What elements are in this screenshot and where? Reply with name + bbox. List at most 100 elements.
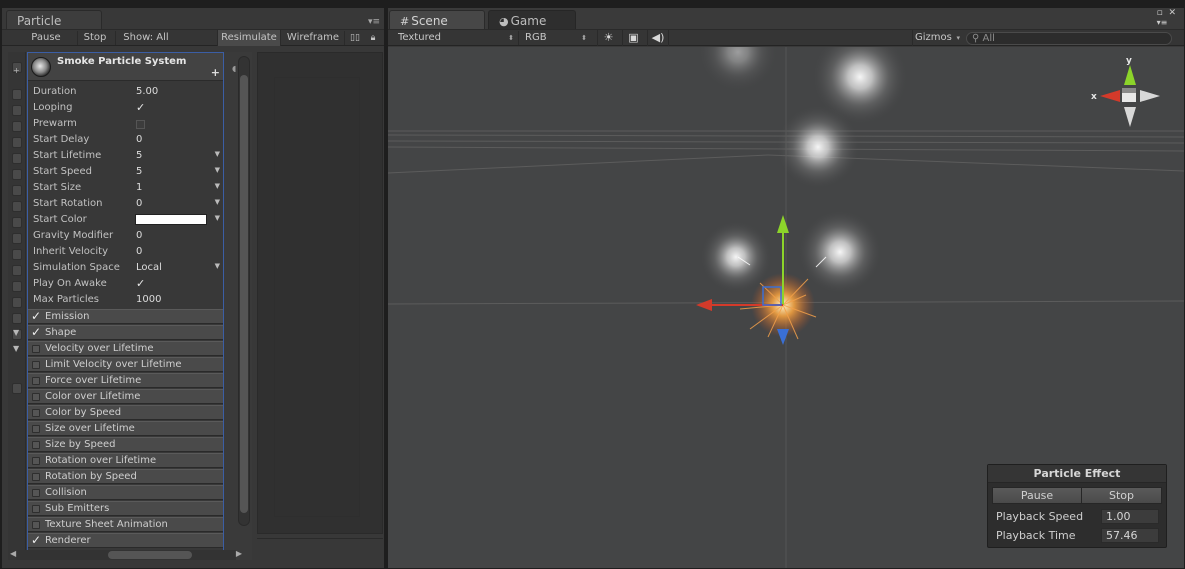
playback-speed-field[interactable]: 1.00 xyxy=(1101,509,1159,524)
curve-toggle[interactable] xyxy=(12,121,22,132)
tab-particle-effect[interactable]: Particle Effect xyxy=(6,10,102,42)
scroll-left-arrow-icon[interactable]: ◀ xyxy=(10,549,16,558)
module-header[interactable]: Rotation over Lifetime xyxy=(28,453,223,468)
stop-button[interactable]: Stop xyxy=(80,30,110,46)
add-icon[interactable]: + xyxy=(13,66,20,75)
tab-game[interactable]: ◕ Game xyxy=(488,10,576,30)
module-enabled-checkbox[interactable] xyxy=(32,377,40,385)
module-enabled-checkbox[interactable] xyxy=(32,489,40,497)
module-header[interactable]: Force over Lifetime xyxy=(28,373,223,388)
playback-time-field[interactable]: 57.46 xyxy=(1101,528,1159,543)
module-enabled-checkbox[interactable] xyxy=(32,473,40,481)
module-enabled-checkbox[interactable] xyxy=(32,505,40,513)
orientation-gizmo[interactable]: y x xyxy=(1088,55,1168,135)
curve-toggle[interactable] xyxy=(12,249,22,260)
show-dropdown[interactable]: Show: All xyxy=(118,30,174,46)
curve-toggle[interactable] xyxy=(12,201,22,212)
module-enabled-checkbox[interactable] xyxy=(32,393,40,401)
curve-toggle[interactable] xyxy=(12,153,22,164)
gizmos-dropdown[interactable]: Gizmos ▾ xyxy=(912,30,962,46)
curve-toggle[interactable] xyxy=(12,185,22,196)
close-icon[interactable]: ✕ xyxy=(1168,8,1176,18)
overlay-pause-button[interactable]: Pause xyxy=(992,487,1082,504)
module-header[interactable]: Limit Velocity over Lifetime xyxy=(28,357,223,372)
curve-toggle[interactable] xyxy=(12,383,22,394)
add-module-icon[interactable]: + xyxy=(211,66,220,79)
lighting-toggle-icon[interactable]: ☀ xyxy=(597,30,619,46)
module-header[interactable]: Rotation by Speed xyxy=(28,469,223,484)
module-header[interactable]: ✓ Shape xyxy=(28,325,223,340)
curve-toggle[interactable] xyxy=(12,297,22,308)
property-value[interactable]: 5 xyxy=(136,150,142,161)
horizontal-scroll-thumb[interactable] xyxy=(108,551,192,559)
property-value[interactable]: 0 xyxy=(136,198,142,209)
image-effects-toggle-icon[interactable]: ▣ xyxy=(622,30,644,46)
module-enabled-checkbox[interactable]: ✓ xyxy=(31,309,41,323)
curve-toggle[interactable] xyxy=(12,233,22,244)
curve-toggle[interactable] xyxy=(12,281,22,292)
module-header[interactable]: ✓ Emission xyxy=(28,309,223,324)
module-enabled-checkbox[interactable] xyxy=(32,425,40,433)
property-value[interactable]: 1 xyxy=(136,182,142,193)
curve-toggle[interactable] xyxy=(12,89,22,100)
module-enabled-checkbox[interactable] xyxy=(32,409,40,417)
property-value[interactable]: 0 xyxy=(136,230,142,241)
curve-toggle[interactable] xyxy=(12,265,22,276)
property-value[interactable]: 0 xyxy=(136,246,142,257)
property-value[interactable]: 1000 xyxy=(136,294,161,305)
horizontal-scrollbar[interactable]: ◀ ▶ xyxy=(10,549,242,560)
module-header[interactable]: Velocity over Lifetime xyxy=(28,341,223,356)
module-header[interactable]: Size by Speed xyxy=(28,437,223,452)
chevron-down-icon[interactable]: ▼ xyxy=(215,262,220,270)
vertical-scrollbar[interactable] xyxy=(238,56,250,526)
property-value[interactable]: 0 xyxy=(136,134,142,145)
chevron-down-icon[interactable]: ▼ xyxy=(215,198,220,206)
module-header[interactable]: Size over Lifetime xyxy=(28,421,223,436)
module-enabled-checkbox[interactable] xyxy=(32,441,40,449)
property-value[interactable]: 5 xyxy=(136,166,142,177)
curve-toggle[interactable] xyxy=(12,169,22,180)
module-enabled-checkbox[interactable]: ✓ xyxy=(31,533,41,547)
chevron-down-icon[interactable]: ▼ xyxy=(215,150,220,158)
panel-menu-icon[interactable]: ▾≡ xyxy=(368,17,380,27)
scene-viewport[interactable]: y x Particle Effect Pause Stop Playback … xyxy=(388,47,1184,568)
chevron-down-icon[interactable]: ▼ xyxy=(215,214,220,222)
chevron-down-icon[interactable]: ▼ xyxy=(215,182,220,190)
scene-menu-icon[interactable]: ▾≡ xyxy=(1157,18,1168,27)
lock-icon[interactable]: 🔒︎ xyxy=(366,30,380,46)
start-color-swatch[interactable] xyxy=(135,214,207,225)
module-header[interactable]: Sub Emitters xyxy=(28,501,223,516)
module-enabled-checkbox[interactable] xyxy=(32,345,40,353)
chevron-down-icon[interactable]: ▼ xyxy=(215,166,220,174)
chevron-down-icon[interactable]: ▼ xyxy=(13,344,19,353)
property-checkbox[interactable]: ✓ xyxy=(136,101,145,114)
property-checkbox[interactable] xyxy=(136,120,145,129)
property-value[interactable]: 5.00 xyxy=(136,86,158,97)
scroll-right-arrow-icon[interactable]: ▶ xyxy=(236,549,242,558)
resimulate-toggle[interactable]: Resimulate xyxy=(217,30,281,46)
property-value[interactable]: Local xyxy=(136,262,162,273)
property-checkbox[interactable]: ✓ xyxy=(136,277,145,290)
curve-toggle[interactable] xyxy=(12,105,22,116)
overlay-stop-button[interactable]: Stop xyxy=(1081,487,1162,504)
module-enabled-checkbox[interactable] xyxy=(32,361,40,369)
curve-toggle[interactable] xyxy=(12,217,22,228)
curve-toggle[interactable] xyxy=(12,137,22,148)
pause-button[interactable]: Pause xyxy=(22,30,70,46)
module-enabled-checkbox[interactable] xyxy=(32,457,40,465)
color-mode-dropdown[interactable]: RGB ⬍ xyxy=(525,30,589,46)
particle-system-header[interactable]: Smoke Particle System + xyxy=(28,53,223,81)
wireframe-toggle[interactable]: Wireframe xyxy=(284,30,342,46)
scene-search-input[interactable]: ⚲ All xyxy=(966,32,1172,45)
tab-scene[interactable]: # Scene xyxy=(389,10,485,30)
layout-icon[interactable]: ▯▯ xyxy=(347,30,363,46)
chevron-down-icon[interactable]: ▼ xyxy=(13,328,19,337)
render-mode-dropdown[interactable]: Textured ⬍ xyxy=(398,30,516,46)
module-header[interactable]: Color over Lifetime xyxy=(28,389,223,404)
module-header[interactable]: Collision xyxy=(28,485,223,500)
module-header[interactable]: ✓ Renderer xyxy=(28,533,223,548)
module-enabled-checkbox[interactable]: ✓ xyxy=(31,325,41,339)
vertical-scroll-thumb[interactable] xyxy=(240,75,248,513)
maximize-icon[interactable]: ▫ xyxy=(1157,8,1163,18)
curve-editor-pane[interactable] xyxy=(257,52,383,534)
